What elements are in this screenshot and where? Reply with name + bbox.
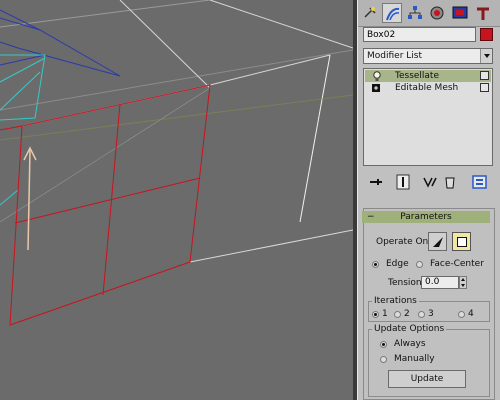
selected-box-face bbox=[9, 84, 211, 326]
bulb-icon[interactable] bbox=[372, 71, 382, 82]
expand-plus-icon[interactable] bbox=[372, 84, 381, 93]
object-color-swatch[interactable] bbox=[480, 28, 493, 41]
show-end-result-button[interactable] bbox=[393, 172, 413, 192]
iterations-radio-3[interactable] bbox=[418, 311, 425, 318]
blue-wireframe bbox=[0, 54, 46, 66]
iterations-label-4: 4 bbox=[468, 309, 474, 319]
triangle-icon bbox=[433, 237, 443, 247]
remove-modifier-icon bbox=[445, 177, 455, 189]
pin-icon bbox=[370, 179, 382, 185]
hierarchy-icon bbox=[408, 6, 422, 19]
stack-item-label: Tessellate bbox=[395, 71, 440, 81]
tab-hierarchy[interactable] bbox=[405, 3, 425, 23]
collapse-minus-icon[interactable]: − bbox=[367, 211, 375, 223]
blue-wireframe bbox=[0, 17, 121, 77]
iterations-radio-2[interactable] bbox=[394, 311, 401, 318]
modifier-stack: Tessellate Editable Mesh bbox=[363, 68, 493, 166]
tension-label: Tension: bbox=[388, 278, 425, 288]
stack-item-editable-mesh[interactable]: Editable Mesh bbox=[365, 82, 491, 94]
cyan-wireframe bbox=[0, 57, 46, 83]
update-button[interactable]: Update bbox=[388, 370, 466, 388]
viewport-canvas bbox=[0, 0, 353, 326]
iterations-title: Iterations bbox=[372, 295, 419, 307]
perspective-viewport[interactable] bbox=[0, 0, 353, 400]
iterations-radio-4[interactable] bbox=[458, 311, 465, 318]
modify-icon bbox=[386, 7, 400, 21]
iterations-label-3: 3 bbox=[428, 309, 434, 319]
box-edge bbox=[119, 0, 211, 89]
rollout-title: Parameters bbox=[400, 212, 452, 222]
make-unique-icon bbox=[423, 177, 437, 188]
cyan-wireframe bbox=[0, 189, 19, 206]
tension-spinner[interactable] bbox=[459, 276, 467, 289]
edge-radio[interactable] bbox=[372, 261, 379, 268]
stack-item-label: Editable Mesh bbox=[395, 83, 459, 93]
always-label: Always bbox=[394, 339, 426, 349]
box-edge bbox=[189, 229, 353, 263]
tessellation-edge bbox=[0, 125, 23, 131]
face-center-label: Face-Center bbox=[430, 259, 484, 269]
always-radio[interactable] bbox=[380, 341, 387, 348]
update-options-title: Update Options bbox=[372, 323, 447, 335]
box-edge bbox=[209, 0, 353, 49]
iterations-radio-1[interactable] bbox=[372, 311, 379, 318]
make-unique-button[interactable] bbox=[420, 172, 440, 192]
motion-icon bbox=[430, 6, 444, 20]
stack-item-tessellate[interactable]: Tessellate bbox=[365, 70, 491, 82]
modifier-list-label: Modifier List bbox=[367, 51, 422, 61]
stack-item-checkbox[interactable] bbox=[480, 83, 489, 92]
operate-on-edge-button[interactable] bbox=[428, 232, 447, 251]
operate-on-label: Operate On: bbox=[376, 237, 432, 247]
box-edge bbox=[209, 54, 331, 86]
manually-label: Manually bbox=[394, 354, 435, 364]
spinner-arrows-icon bbox=[461, 278, 465, 287]
tessellation-edge bbox=[14, 177, 201, 224]
remove-modifier-button[interactable] bbox=[440, 172, 460, 192]
iterations-label-2: 2 bbox=[404, 309, 410, 319]
utilities-icon bbox=[477, 7, 489, 20]
manually-radio[interactable] bbox=[380, 356, 387, 363]
chevron-down-icon bbox=[480, 49, 492, 63]
parameters-rollout-header[interactable]: Parameters bbox=[362, 211, 490, 223]
cyan-wireframe bbox=[0, 54, 46, 121]
display-icon bbox=[452, 6, 468, 19]
grid-line bbox=[0, 0, 211, 28]
grid-line bbox=[0, 94, 353, 141]
face-center-radio[interactable] bbox=[416, 261, 423, 268]
tab-modify[interactable] bbox=[382, 3, 402, 23]
configure-modifier-sets-button[interactable] bbox=[470, 172, 490, 192]
tab-display[interactable] bbox=[450, 3, 470, 23]
box-edge bbox=[299, 54, 331, 223]
pivot-axis-arrow bbox=[27, 149, 31, 251]
configure-icon bbox=[472, 175, 487, 189]
show-end-result-icon bbox=[396, 174, 410, 190]
edge-label: Edge bbox=[386, 259, 409, 269]
tab-utilities[interactable] bbox=[473, 3, 493, 23]
iterations-label-1: 1 bbox=[382, 309, 388, 319]
operate-on-polygon-button[interactable] bbox=[452, 232, 471, 251]
object-name-field[interactable]: Box02 bbox=[363, 27, 476, 42]
command-panel: Box02 Modifier List Tessellate Editable … bbox=[357, 0, 500, 400]
grid-line bbox=[0, 49, 353, 111]
pin-stack-button[interactable] bbox=[366, 172, 386, 192]
tab-create[interactable] bbox=[360, 3, 380, 23]
tension-input[interactable]: 0.0 bbox=[421, 276, 459, 289]
create-icon bbox=[364, 7, 376, 18]
polygon-icon bbox=[457, 237, 467, 247]
command-panel-tabs bbox=[358, 0, 500, 27]
tab-motion[interactable] bbox=[427, 3, 447, 23]
modifier-list-dropdown[interactable]: Modifier List bbox=[363, 48, 493, 64]
stack-item-checkbox[interactable] bbox=[480, 71, 489, 80]
